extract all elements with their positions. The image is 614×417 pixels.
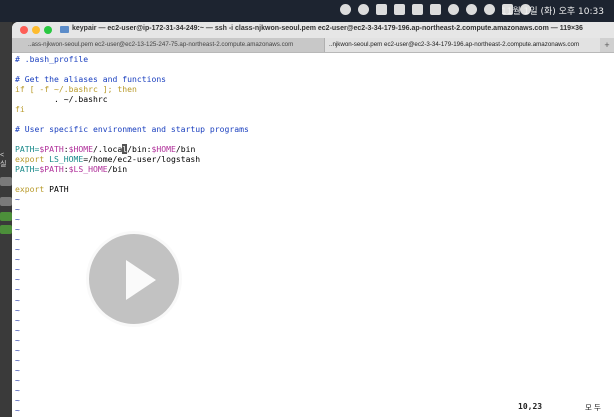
- empty-line-marker: ~: [15, 254, 20, 265]
- empty-line-marker: ~: [15, 284, 20, 295]
- empty-line-marker: ~: [15, 314, 20, 325]
- background-app-text: < 실: [0, 152, 7, 168]
- volume-icon[interactable]: [448, 4, 459, 15]
- window-titlebar[interactable]: keypair — ec2-user@ip-172-31-34-249:~ — …: [12, 22, 614, 38]
- empty-line-marker: ~: [15, 334, 20, 345]
- empty-line-marker: ~: [15, 374, 20, 385]
- close-window-button[interactable]: [20, 26, 28, 34]
- monitor-icon[interactable]: [394, 4, 405, 15]
- background-app-item: [0, 225, 12, 234]
- empty-line-marker: ~: [15, 384, 20, 395]
- background-app-strip: < 실: [0, 22, 12, 417]
- empty-line-marker: ~: [15, 214, 20, 225]
- scroll-position: 모 두: [585, 403, 601, 412]
- search-icon[interactable]: [484, 4, 495, 15]
- empty-line-marker: ~: [15, 364, 20, 375]
- editor-line: export LS_HOME=/home/ec2-user/logstash: [15, 154, 201, 164]
- empty-line-marker: ~: [15, 244, 20, 255]
- wifi-icon[interactable]: [466, 4, 477, 15]
- editor-line: fi: [15, 104, 25, 114]
- editor-line: . ~/.bashrc: [15, 94, 108, 104]
- tab-session-2[interactable]: ..njkwon-seoul.pem ec2-user@ec2-3-34-179…: [324, 38, 600, 52]
- background-app-item: [0, 212, 12, 221]
- keyboard-input-icon[interactable]: [430, 4, 441, 15]
- empty-line-marker: ~: [15, 274, 20, 285]
- background-app-item: [0, 197, 12, 206]
- editor-line: # .bash_profile: [15, 54, 89, 64]
- menu-clock[interactable]: 11월 1일 (화) 오후 10:33: [501, 4, 604, 17]
- cast-icon[interactable]: [412, 4, 423, 15]
- zoom-window-button[interactable]: [44, 26, 52, 34]
- new-tab-button[interactable]: +: [600, 38, 614, 52]
- terminal-window: keypair — ec2-user@ip-172-31-34-249:~ — …: [12, 22, 614, 417]
- folder-icon: [60, 26, 69, 33]
- empty-line-marker: ~: [15, 405, 20, 416]
- play-button[interactable]: [86, 231, 182, 327]
- window-title: keypair — ec2-user@ip-172-31-34-249:~ — …: [72, 25, 583, 32]
- display-icon[interactable]: [376, 4, 387, 15]
- empty-line-marker: ~: [15, 264, 20, 275]
- editor-line: PATH=$PATH:$LS_HOME/bin: [15, 164, 128, 174]
- editor-line: PATH=$PATH:$HOME/.local/bin:$HOME/bin: [15, 144, 196, 154]
- editor-line: # Get the aliases and functions: [15, 74, 167, 84]
- empty-line-marker: ~: [15, 324, 20, 335]
- empty-line-marker: ~: [15, 194, 20, 204]
- empty-line-marker: ~: [15, 395, 20, 405]
- empty-line-marker: ~: [15, 354, 20, 365]
- empty-line-marker: ~: [15, 344, 20, 355]
- record-icon[interactable]: [358, 4, 369, 15]
- terminal-content[interactable]: # .bash_profile # Get the aliases and fu…: [12, 53, 614, 417]
- cursor-position: 10,23: [518, 402, 543, 411]
- screen-record-icon[interactable]: [340, 4, 351, 15]
- menu-bar: 11월 1일 (화) 오후 10:33: [0, 0, 614, 22]
- tab-bar: ..ass-njkwon-seoul.pem ec2-user@ec2-13-1…: [12, 38, 614, 53]
- editor-line: export PATH: [15, 184, 69, 194]
- minimize-window-button[interactable]: [32, 26, 40, 34]
- editor-line: # User specific environment and startup …: [15, 124, 249, 134]
- empty-line-marker: ~: [15, 304, 20, 315]
- empty-line-marker: ~: [15, 234, 20, 245]
- empty-line-marker: ~: [15, 224, 20, 235]
- editor-line: if [ -f ~/.bashrc ]; then: [15, 84, 137, 94]
- tab-session-1[interactable]: ..ass-njkwon-seoul.pem ec2-user@ec2-13-1…: [12, 38, 324, 52]
- empty-line-marker: ~: [15, 204, 20, 215]
- play-icon: [126, 260, 156, 300]
- background-app-item: [0, 177, 12, 186]
- empty-line-marker: ~: [15, 294, 20, 305]
